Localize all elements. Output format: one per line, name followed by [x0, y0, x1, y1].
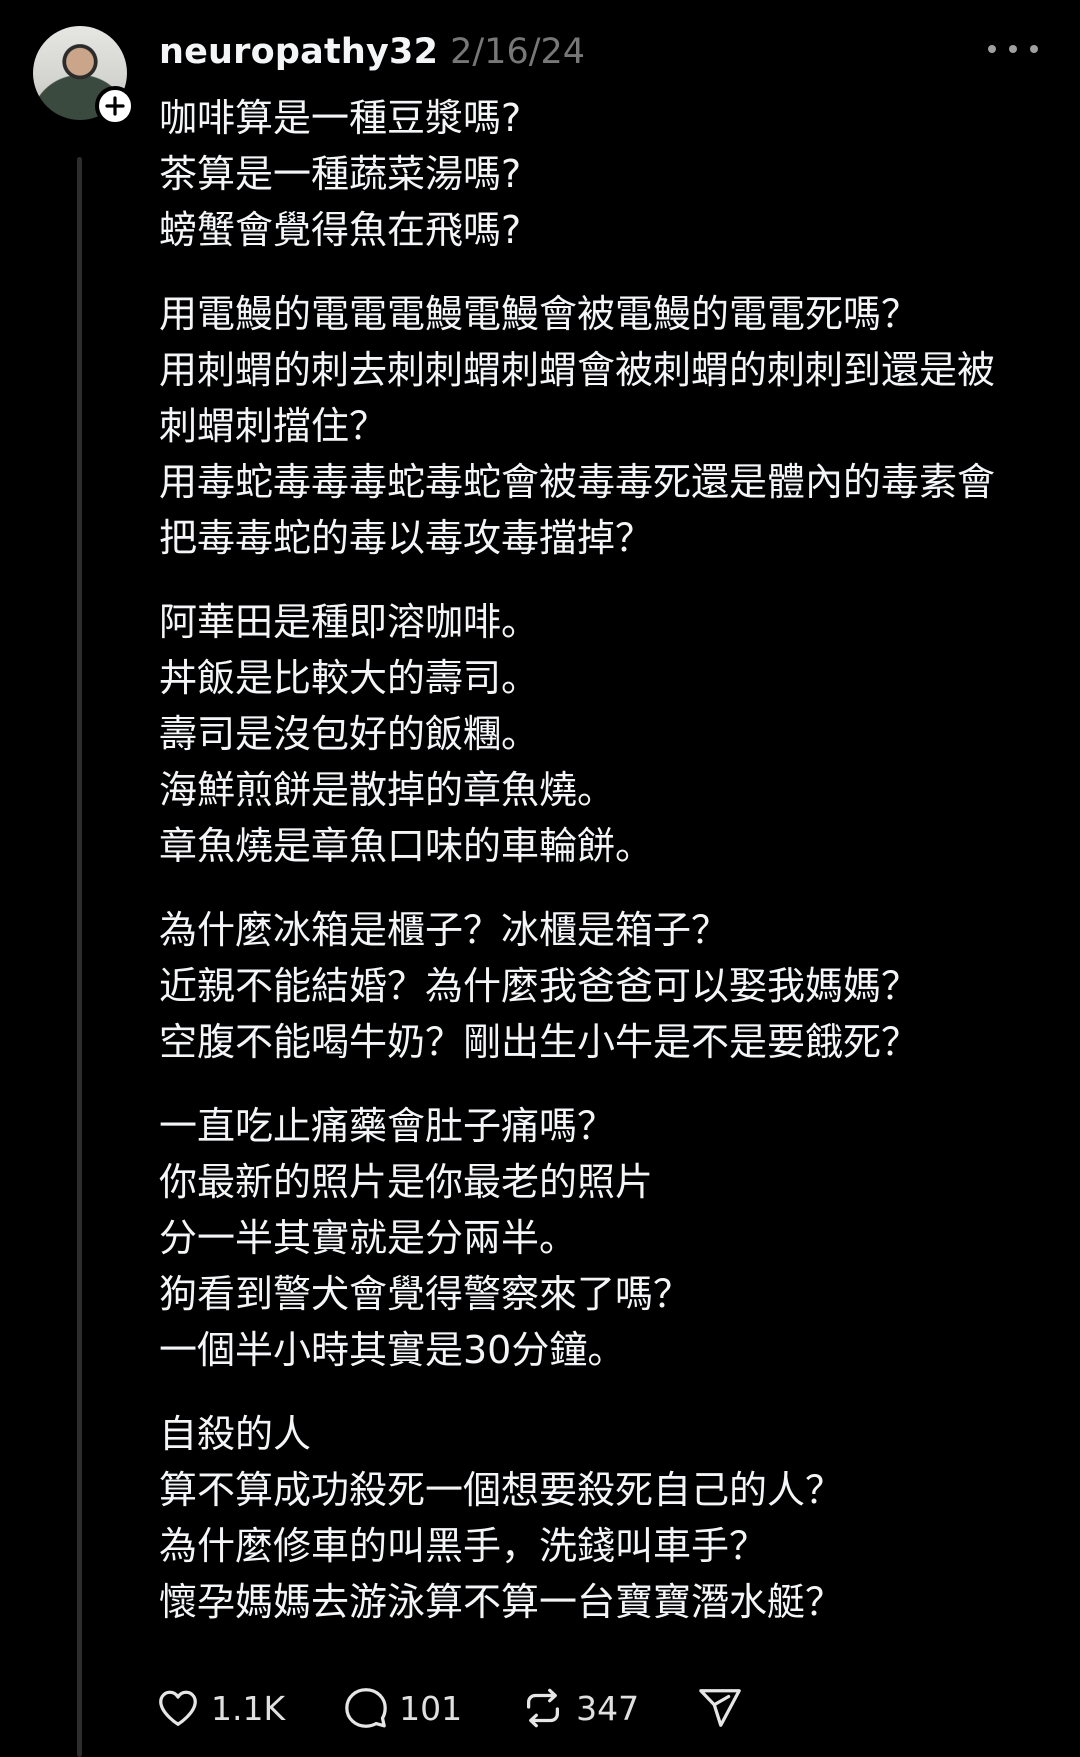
post-text-line: 用毒蛇毒毒毒蛇毒蛇會被毒毒死還是體內的毒素會	[159, 460, 996, 504]
speech-bubble-icon	[343, 1685, 389, 1731]
repost-count: 347	[576, 1688, 640, 1728]
more-button[interactable]	[988, 38, 1038, 60]
post-text-line: 丼飯是比較大的壽司。	[159, 656, 540, 700]
post-paragraph: 咖啡算是一種豆漿嗎? 茶算是一種蔬菜湯嗎? 螃蟹會覺得魚在飛嗎?	[159, 90, 1039, 258]
post-header: neuropathy32 2/16/24	[159, 28, 585, 76]
more-icon	[988, 45, 996, 53]
post-text-line: 自殺的人	[159, 1412, 312, 1456]
like-button[interactable]: 1.1K	[155, 1685, 285, 1731]
username[interactable]: neuropathy32	[159, 32, 438, 72]
post-text-line: 章魚燒是章魚口味的車輪餅。	[159, 824, 654, 868]
heart-icon	[155, 1685, 201, 1731]
post-paragraph: 自殺的人算不算成功殺死一個想要殺死自己的人？ 為什麼修車的叫黑手，洗錢叫車手？ 懷孕…	[159, 1406, 1039, 1630]
timestamp[interactable]: 2/16/24	[450, 32, 585, 72]
plus-icon	[104, 95, 126, 117]
post-text-line: 空腹不能喝牛奶？剛出生小牛是不是要餓死？	[159, 1020, 920, 1064]
more-icon-dot	[1030, 45, 1038, 53]
post-text-line: 用電鰻的電電電鰻電鰻會被電鰻的電電死嗎？	[159, 292, 920, 336]
post-text-line: 阿華田是種即溶咖啡。	[159, 600, 540, 644]
post-text-line: 一直吃止痛藥會肚子痛嗎？	[159, 1104, 616, 1148]
post-text-line: 咖啡算是一種豆漿嗎?	[159, 96, 522, 140]
post-text-line: 為什麼冰箱是櫃子？冰櫃是箱子？	[159, 908, 730, 952]
avatar-container[interactable]	[33, 26, 135, 126]
follow-button[interactable]	[95, 86, 135, 126]
post-text-line: 把毒毒蛇的毒以毒攻毒擋掉？	[159, 516, 654, 560]
post-text-line: 為什麼修車的叫黑手，洗錢叫車手？	[159, 1524, 768, 1568]
post-paragraph: 一直吃止痛藥會肚子痛嗎？ 你最新的照片是你最老的照片 分一半其實就是分兩半。狗看到警…	[159, 1098, 1039, 1378]
repost-button[interactable]: 347	[520, 1685, 639, 1731]
share-button[interactable]	[697, 1685, 743, 1731]
repost-icon	[520, 1685, 566, 1731]
more-icon-dot	[1009, 45, 1017, 53]
post-text-line: 壽司是沒包好的飯糰。	[159, 712, 540, 756]
post-paragraph: 為什麼冰箱是櫃子？冰櫃是箱子？ 近親不能結婚？為什麼我爸爸可以娶我媽媽？ 空腹不能喝…	[159, 902, 1039, 1070]
post-text-line: 海鮮煎餅是散掉的章魚燒。	[159, 768, 616, 812]
post-text-line: 螃蟹會覺得魚在飛嗎?	[159, 208, 522, 252]
reply-count: 101	[399, 1688, 463, 1728]
post-body: 咖啡算是一種豆漿嗎? 茶算是一種蔬菜湯嗎? 螃蟹會覺得魚在飛嗎? 用電鰻的電電電鰻電鰻…	[159, 90, 1039, 1658]
reply-button[interactable]: 101	[343, 1685, 462, 1731]
post-paragraph: 用電鰻的電電電鰻電鰻會被電鰻的電電死嗎？ 用刺蝟的刺去刺刺蝟刺蝟會被刺蝟的刺刺到還…	[159, 286, 1039, 566]
post-text-line: 近親不能結婚？為什麼我爸爸可以娶我媽媽？	[159, 964, 920, 1008]
thread-line	[77, 157, 82, 1757]
post-text-line: 算不算成功殺死一個想要殺死自己的人？	[159, 1468, 844, 1512]
post-text-line: 懷孕媽媽去游泳算不算一台寶寶潛水艇？	[159, 1580, 844, 1624]
send-icon	[697, 1685, 743, 1731]
post-text-line: 分一半其實就是分兩半。	[159, 1216, 578, 1260]
post-text-line: 你最新的照片是你最老的照片	[159, 1160, 654, 1204]
post-text-line: 刺蝟刺擋住？	[159, 404, 388, 448]
action-bar: 1.1K 101 347	[155, 1680, 801, 1736]
like-count: 1.1K	[211, 1688, 286, 1728]
post-text-line: 狗看到警犬會覺得警察來了嗎？	[159, 1272, 692, 1316]
post-paragraph: 阿華田是種即溶咖啡。 丼飯是比較大的壽司。 壽司是沒包好的飯糰。海鮮煎餅是散掉的章魚…	[159, 594, 1039, 874]
post-text-line: 茶算是一種蔬菜湯嗎?	[159, 152, 522, 196]
post-text-line: 一個半小時其實是30分鐘。	[159, 1328, 626, 1372]
post-text-line: 用刺蝟的刺去刺刺蝟刺蝟會被刺蝟的刺刺到還是被	[159, 348, 996, 392]
